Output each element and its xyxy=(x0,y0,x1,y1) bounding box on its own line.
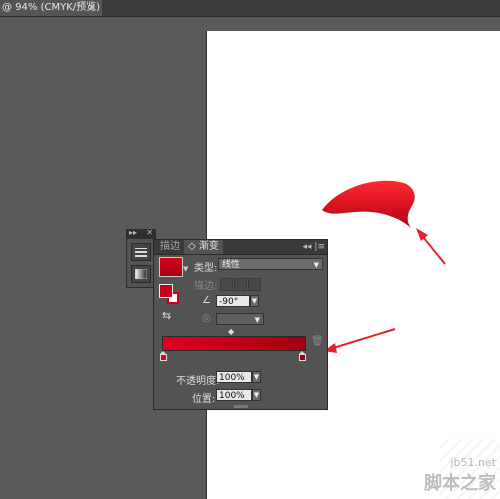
collapse-icon[interactable]: ▸▸ xyxy=(129,228,137,237)
gradient-type-value: 线性 xyxy=(222,260,241,270)
gradient-stop-start[interactable] xyxy=(160,351,167,361)
opacity-label: 不透明度: xyxy=(176,376,220,387)
fill-color-box[interactable] xyxy=(159,284,173,298)
panel-menu-icon[interactable]: ◂◂ |≡ xyxy=(303,240,325,254)
position-label: 位置: xyxy=(192,394,216,405)
gradient-swatch[interactable] xyxy=(159,257,183,277)
position-input[interactable]: 100% xyxy=(216,389,252,401)
gradient-type-select[interactable]: 线性 ▼ xyxy=(218,258,323,270)
gradient-slider[interactable] xyxy=(162,336,306,351)
stroke-panel-button[interactable] xyxy=(131,243,151,261)
angle-dropdown[interactable]: ▼ xyxy=(250,295,259,307)
close-icon[interactable]: ✕ xyxy=(146,228,153,237)
arrow-to-gradient-slider xyxy=(329,328,396,350)
gradient-icon xyxy=(135,269,147,279)
stroke-label: 描边: xyxy=(194,281,218,292)
opacity-dropdown[interactable]: ▼ xyxy=(252,371,261,383)
panel-tabs: 描边 ◇ 渐变 ◂◂ |≡ xyxy=(154,240,327,255)
stroke-across-icon xyxy=(248,278,261,291)
chevron-down-icon: ▼ xyxy=(254,316,260,324)
fill-stroke-indicator[interactable] xyxy=(159,284,181,306)
strip-header: ▸▸ ✕ xyxy=(127,228,155,239)
stroke-along-icon xyxy=(234,278,247,291)
trash-icon[interactable]: 🗑 xyxy=(311,336,324,347)
midpoint-diamond-icon[interactable]: ◆ xyxy=(228,327,234,336)
position-dropdown[interactable]: ▼ xyxy=(252,389,261,401)
aspect-ratio-icon: ◎ xyxy=(202,313,211,324)
stroke-within-icon xyxy=(220,278,233,291)
gradient-panel: 描边 ◇ 渐变 ◂◂ |≡ ▼ 类型: 线性 ▼ 描边: ∠ -90° ▼ ◎ … xyxy=(153,239,328,410)
tab-stroke[interactable]: 描边 xyxy=(156,240,184,254)
chevron-down-icon: ▼ xyxy=(313,261,319,269)
collapsed-panel-strip: ▸▸ ✕ xyxy=(126,228,156,288)
panel-resize-handle[interactable] xyxy=(234,405,248,408)
lines-icon xyxy=(135,248,147,257)
angle-icon: ∠ xyxy=(202,295,211,306)
reverse-gradient-icon[interactable]: ⇆ xyxy=(162,309,171,322)
gradient-stop-end[interactable] xyxy=(299,351,306,361)
chevron-down-icon[interactable]: ▼ xyxy=(183,265,188,273)
angle-input[interactable]: -90° xyxy=(216,295,250,307)
tab-gradient[interactable]: ◇ 渐变 xyxy=(184,240,223,254)
opacity-input[interactable]: 100% xyxy=(216,371,252,383)
type-label: 类型: xyxy=(194,263,218,274)
gradient-panel-button[interactable] xyxy=(131,265,151,283)
aspect-ratio-select: ▼ xyxy=(216,313,264,325)
red-curved-shape[interactable] xyxy=(322,180,415,228)
